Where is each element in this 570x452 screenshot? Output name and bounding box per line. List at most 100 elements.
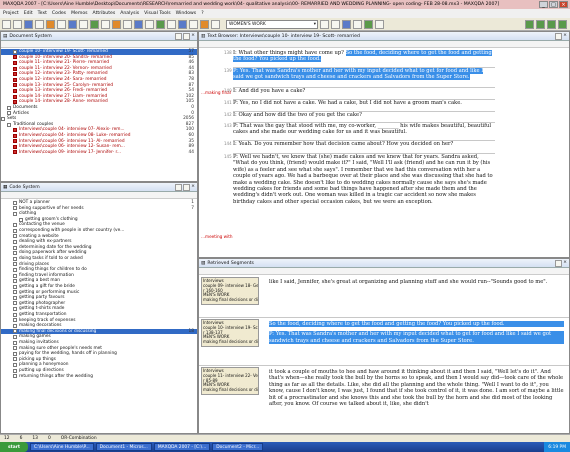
- filter-icon[interactable]: [178, 19, 187, 29]
- document-portrait-icon[interactable]: [112, 19, 121, 29]
- retrieved-segments-title: Retrieved Segments: [207, 260, 254, 266]
- start-button[interactable]: start: [0, 442, 28, 452]
- menu-item-memos[interactable]: Memos: [71, 11, 87, 16]
- panel-option-icon[interactable]: [183, 32, 191, 40]
- segment-info[interactable]: Interviews couple 10- interview 19- Scott…: [201, 319, 259, 347]
- text-view[interactable]: 138 I: What other things might have come …: [199, 48, 569, 257]
- tree-node-icon: [13, 357, 17, 362]
- tree-node-icon: [13, 329, 17, 334]
- paragraph[interactable]: 142 I: Okay and how did the two of you ge…: [224, 112, 493, 118]
- close-icon[interactable]: ×: [563, 33, 567, 40]
- highlight-icon[interactable]: [200, 19, 209, 29]
- retrieve-icon[interactable]: [68, 19, 77, 29]
- code-back-icon[interactable]: [331, 19, 340, 29]
- tree-node-icon: [13, 239, 17, 244]
- menu-item-analysis[interactable]: Analysis: [120, 11, 139, 16]
- tree-node-icon: [13, 200, 17, 205]
- text-icon[interactable]: [145, 19, 154, 29]
- print-icon[interactable]: [35, 19, 44, 29]
- panel-option-icon[interactable]: [175, 32, 183, 40]
- paragraph[interactable]: 145 P: Well we hadn't, we knew that (she)…: [224, 154, 493, 205]
- code-tree: NOT a planner 1 being supportive of her ne…: [1, 199, 197, 380]
- window-layout-1-icon[interactable]: [525, 19, 534, 29]
- redo-icon[interactable]: [167, 19, 176, 29]
- segment-text[interactable]: it took a couple of mouths to hee and ha…: [269, 369, 564, 407]
- tree-node-icon: [13, 251, 17, 256]
- taskbar-button[interactable]: Document1 - Micros...: [95, 443, 152, 451]
- maximize-button[interactable]: □: [549, 1, 558, 8]
- table-icon[interactable]: [101, 19, 110, 29]
- segment-info[interactable]: Interviewscouple 09- interview 18- Georg…: [201, 277, 259, 305]
- memo-icon[interactable]: [46, 19, 55, 29]
- new-project-icon[interactable]: [2, 19, 11, 29]
- taskbar-button[interactable]: C:\Users\Aine Humble\P...: [30, 443, 94, 451]
- menu-item-visual-tools[interactable]: Visual Tools: [144, 11, 171, 16]
- panel-controls: ×: [555, 259, 569, 267]
- save-icon[interactable]: [24, 19, 33, 29]
- segment-text[interactable]: like I said, Jennifer, she's great at or…: [269, 279, 564, 285]
- code-icon[interactable]: [189, 19, 198, 29]
- tree-node-icon: [13, 228, 17, 233]
- panel-option-icon[interactable]: [555, 32, 563, 40]
- paragraph[interactable]: 141 P: Yes, no I did not have a cake. We …: [224, 100, 493, 106]
- tree-node-icon: [7, 105, 11, 110]
- segment-info[interactable]: Interviewscouple 11- interview 22- Verno…: [201, 367, 259, 395]
- panel-option-icon[interactable]: [183, 183, 191, 191]
- link-icon[interactable]: [211, 19, 220, 29]
- panel-option-icon[interactable]: [175, 183, 183, 191]
- undo-icon[interactable]: [156, 19, 165, 29]
- menu-item-edit[interactable]: Edit: [24, 11, 33, 16]
- emoticon-icon[interactable]: [364, 19, 373, 29]
- tree-item-label: couple 11- interview 21- Pierre- remarri…: [19, 60, 110, 66]
- paragraph[interactable]: 138 I: What other things might have come …: [224, 50, 493, 63]
- tree-item[interactable]: Interviews\couple 09- interview 17- Jenn…: [1, 150, 197, 156]
- color-code-icon[interactable]: [353, 19, 362, 29]
- weight-icon[interactable]: [375, 19, 384, 29]
- tree-node-icon: [13, 301, 17, 306]
- close-icon[interactable]: ×: [191, 33, 195, 40]
- minimize-button[interactable]: _: [539, 1, 548, 8]
- activate-icon[interactable]: [79, 19, 88, 29]
- open-project-icon[interactable]: [13, 19, 22, 29]
- tree-node-icon: [13, 279, 17, 284]
- taskbar-button[interactable]: MAXQDA 2007 - [C:\...: [153, 443, 211, 451]
- code-combo[interactable]: WOMEN'S WORK ▾: [226, 19, 318, 29]
- window-layout-2-icon[interactable]: [536, 19, 545, 29]
- menu-item-text[interactable]: Text: [38, 11, 47, 16]
- coding-stripe[interactable]: ...making final: [201, 90, 231, 96]
- paragraph[interactable]: 144 I: Yeah. Do you remember how that dec…: [224, 141, 493, 147]
- tree-item-count: 57: [188, 49, 194, 55]
- paragraph[interactable]: 140 I: And did you have a cake?: [224, 88, 493, 94]
- menu-item-attributes[interactable]: Attributes: [93, 11, 116, 16]
- code-matrix-icon[interactable]: [123, 19, 132, 29]
- code-forward-icon[interactable]: [320, 19, 329, 29]
- search-icon[interactable]: [57, 19, 66, 29]
- menu-item-project[interactable]: Project: [3, 11, 19, 16]
- menu-item-windows[interactable]: Windows: [176, 11, 197, 16]
- paragraph[interactable]: 143 P: That was the gay that stood with m…: [224, 123, 493, 136]
- status-bar: 12 6 13 0 OR-Combination: [0, 434, 570, 442]
- menu-item--[interactable]: ?: [201, 11, 203, 16]
- tree-node-icon: [13, 245, 17, 250]
- paragraph-divider: [233, 153, 495, 154]
- code-quick-icon[interactable]: [342, 19, 351, 29]
- text-browser-title: Text Browser: Interviews\couple 10- inte…: [207, 33, 360, 39]
- coding-stripe[interactable]: ...meeting with: [201, 234, 233, 240]
- paragraph[interactable]: 139 P: Yes. That was Sandra's mother and …: [224, 68, 493, 81]
- close-icon[interactable]: ×: [191, 184, 195, 191]
- tree-node-icon: [1, 116, 5, 121]
- tree-item-label: getting a best man: [19, 278, 60, 284]
- visual-tools-icon[interactable]: [90, 19, 99, 29]
- paragraph-text: I: Okay and how did the two of you get t…: [233, 112, 362, 118]
- close-button[interactable]: ×: [559, 1, 568, 8]
- close-icon[interactable]: ×: [563, 260, 567, 267]
- window-layout-3-icon[interactable]: [547, 19, 556, 29]
- retrieved-segments-toolbar: [199, 268, 569, 275]
- window-layout-4-icon[interactable]: [558, 19, 567, 29]
- code-relations-icon[interactable]: [134, 19, 143, 29]
- menu-item-codes[interactable]: Codes: [52, 11, 66, 16]
- taskbar-button[interactable]: Document2 - Micr...: [212, 443, 264, 451]
- segment-text[interactable]: So the food, deciding where to get the f…: [269, 321, 564, 345]
- panel-option-icon[interactable]: [555, 259, 563, 267]
- tree-item[interactable]: returning things after the wedding: [1, 373, 197, 379]
